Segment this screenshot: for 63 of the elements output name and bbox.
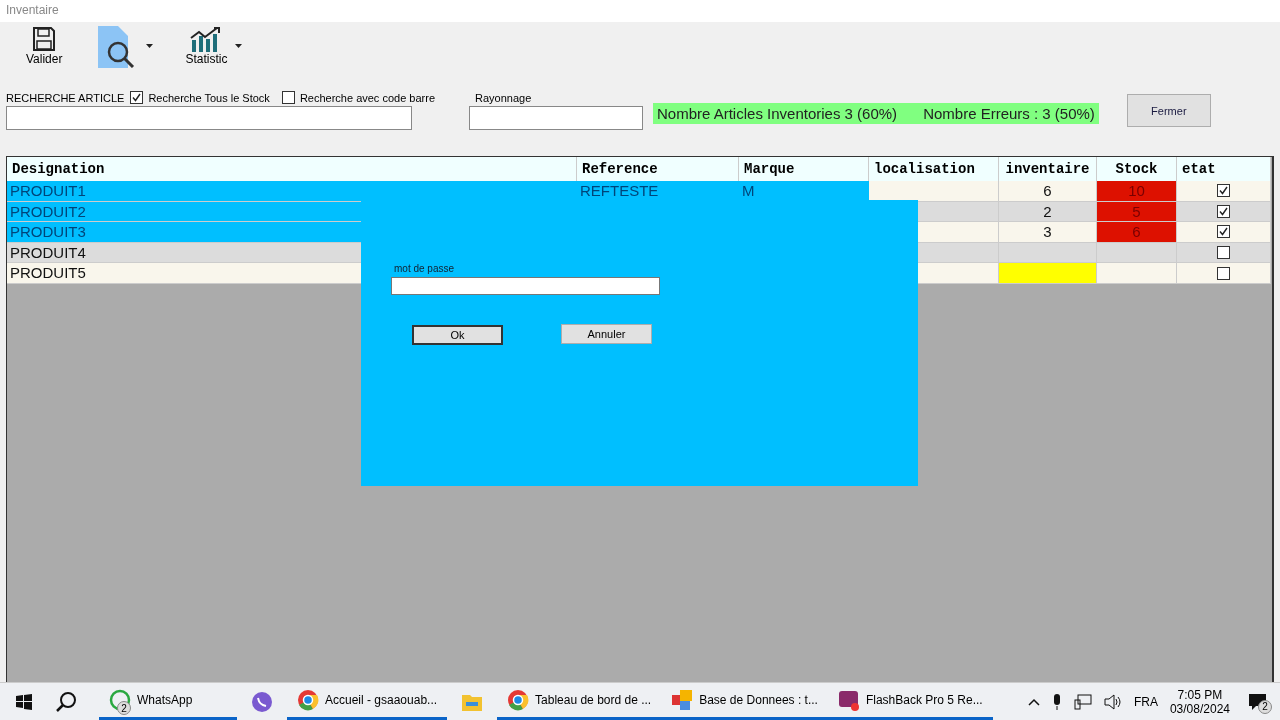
table-cell: 5	[1097, 201, 1177, 223]
column-header[interactable]: Reference	[577, 157, 739, 181]
browser-icon	[507, 689, 530, 711]
table-cell: 6	[1097, 222, 1177, 243]
microphone-icon[interactable]	[1051, 693, 1062, 710]
checkbox[interactable]	[1217, 266, 1230, 280]
squares-icon	[671, 689, 694, 711]
save-tool-button[interactable]: Valider	[22, 24, 67, 68]
rayonnage-field[interactable]	[469, 106, 643, 130]
phone-bubble-icon	[251, 690, 273, 713]
camera-icon	[837, 689, 860, 711]
close-button[interactable]: Fermer	[1126, 94, 1211, 127]
table-cell: 3	[999, 222, 1097, 243]
chat-bubble-icon	[109, 689, 131, 711]
taskbar-app[interactable]: FlashBack Pro 5 Re...	[827, 683, 993, 720]
password-field[interactable]	[391, 277, 660, 295]
checkbox[interactable]	[1217, 184, 1230, 198]
taskbar-app[interactable]: Base de Donnees : t...	[661, 683, 828, 720]
windows-logo-icon	[16, 693, 32, 710]
search-field[interactable]	[6, 106, 412, 130]
taskbar-app[interactable]: Tableau de bord de ...	[497, 683, 662, 720]
checkbox[interactable]	[281, 91, 295, 104]
table-cell: REFTESTE	[577, 181, 739, 202]
checkbox-label: Recherche avec code barre	[299, 91, 435, 104]
save-icon	[32, 26, 57, 52]
column-header[interactable]: etat	[1177, 157, 1271, 181]
column-header[interactable]: Stock	[1097, 157, 1177, 181]
table-cell: 2	[999, 201, 1097, 223]
chart-tool-button[interactable]: Statistic	[181, 24, 232, 68]
column-header[interactable]: Marque	[739, 157, 869, 181]
chevron-up-icon[interactable]	[1027, 697, 1040, 706]
errors-count: Nombre Erreurs : 3 (50%)	[923, 105, 1095, 122]
speaker-icon[interactable]	[1103, 693, 1122, 710]
taskbar-app[interactable]: 2 WhatsApp	[99, 683, 237, 720]
table-cell: 6	[999, 181, 1097, 202]
checkbox-label: Recherche Tous le Stock	[148, 91, 270, 104]
ok-button[interactable]: Ok	[412, 325, 503, 345]
rayonnage-label: Rayonnage	[474, 92, 533, 104]
column-header[interactable]: inventaire	[999, 157, 1097, 181]
taskbar-app[interactable]: Accueil - gsaaouab...	[287, 683, 448, 720]
checkbox[interactable]	[1217, 246, 1230, 260]
window-title: Inventaire	[0, 0, 1280, 22]
table-cell: PRODUIT1	[7, 181, 577, 202]
table-cell: 10	[1097, 181, 1177, 202]
checkbox[interactable]	[1217, 225, 1230, 239]
clock[interactable]: 7:05 PM 03/08/2024	[1169, 687, 1230, 716]
caret-icon[interactable]	[235, 44, 243, 48]
badge: 2	[117, 701, 131, 715]
network-icon[interactable]	[1073, 693, 1092, 710]
browser-icon	[297, 689, 319, 711]
bar-chart-icon	[190, 26, 223, 52]
column-header[interactable]: Designation	[7, 157, 577, 181]
caret-icon[interactable]	[146, 44, 154, 48]
cancel-button[interactable]: Annuler	[561, 324, 652, 344]
articles-count: Nombre Articles Inventories 3 (60%)	[657, 105, 898, 122]
checkbox[interactable]	[130, 91, 144, 104]
search-icon[interactable]	[55, 690, 77, 713]
table-cell: M	[739, 181, 869, 202]
language-indicator[interactable]: FRA	[1133, 694, 1158, 709]
column-header[interactable]: localisation	[869, 157, 999, 181]
search-label: RECHERCHE ARTICLE	[6, 91, 125, 104]
password-label: mot de passe	[394, 263, 455, 274]
checkbox[interactable]	[1217, 204, 1230, 218]
